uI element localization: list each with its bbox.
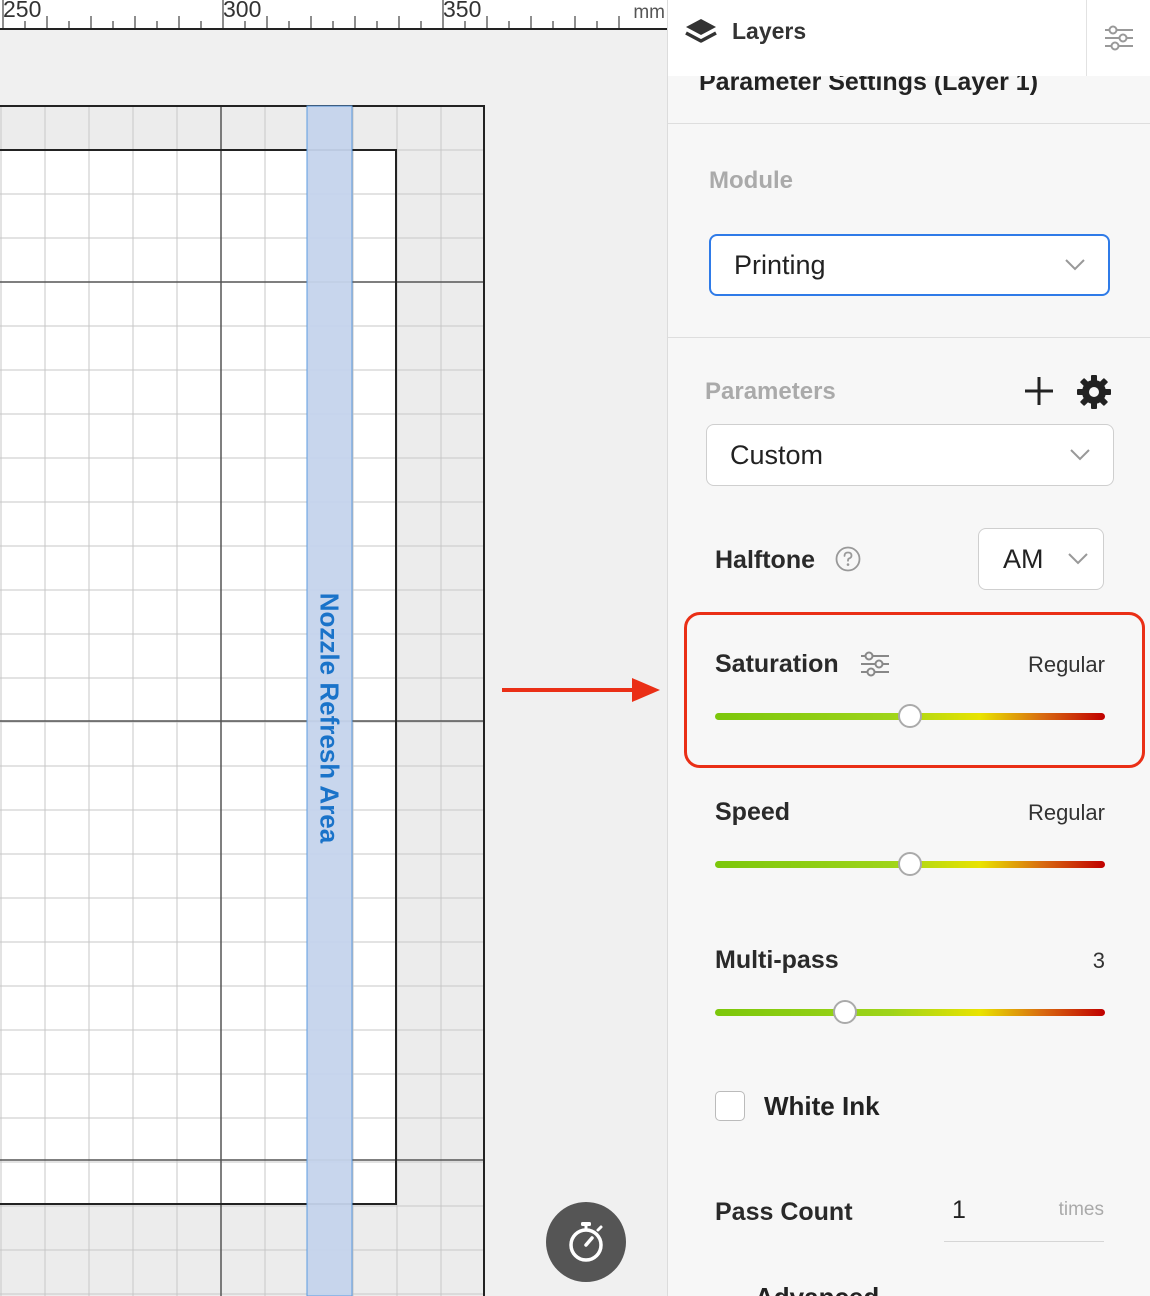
plus-icon[interactable] <box>1022 374 1056 408</box>
pass-count-label: Pass Count <box>715 1198 853 1226</box>
pass-count-input[interactable]: 1 times <box>944 1190 1104 1242</box>
speed-label: Speed <box>715 798 791 826</box>
multipass-value: 3 <box>1092 948 1105 973</box>
multipass-slider[interactable] <box>715 1000 1105 1024</box>
multipass-slider-thumb[interactable] <box>832 1000 857 1024</box>
divider <box>668 337 1150 338</box>
layers-title: Layers <box>732 17 807 44</box>
chevron-down-icon <box>1065 259 1085 271</box>
speed-slider[interactable] <box>715 852 1105 876</box>
white-ink-label: White Ink <box>764 1091 880 1121</box>
pass-count-unit: times <box>1058 1199 1104 1220</box>
panel-header: Layers <box>668 0 1150 76</box>
parameters-select-value: Custom <box>730 439 824 470</box>
ruler-label-300: 300 <box>223 0 262 22</box>
pass-count-value: 1 <box>952 1196 966 1224</box>
multipass-label: Multi-pass <box>715 946 839 974</box>
question-circle-icon[interactable] <box>835 546 861 572</box>
halftone-label: Halftone <box>715 546 815 574</box>
layer-settings-panel: Parameter Settings (Layer 1) Layers Modu… <box>667 0 1150 1296</box>
parameters-label: Parameters <box>705 378 836 405</box>
halftone-select[interactable]: AM <box>978 528 1104 590</box>
advanced-label: Advanced <box>755 1282 879 1296</box>
sliders-icon[interactable] <box>859 650 891 678</box>
canvas-area[interactable]: Nozzle Refresh Area 250 300 350 mm <box>0 0 667 1296</box>
panel-settings-button[interactable] <box>1086 0 1150 76</box>
chevron-down-icon <box>1068 553 1088 565</box>
ruler-unit: mm <box>633 2 665 23</box>
gear-icon[interactable] <box>1076 374 1112 410</box>
saturation-slider[interactable] <box>715 704 1105 728</box>
module-select[interactable]: Printing <box>709 234 1110 296</box>
divider <box>668 123 1150 124</box>
nozzle-refresh-area-label: Nozzle Refresh Area <box>314 592 345 844</box>
ruler-label-350: 350 <box>443 0 482 22</box>
timer-button[interactable] <box>546 1202 626 1282</box>
red-arrow-annotation <box>502 678 660 702</box>
halftone-select-value: AM <box>1003 543 1044 574</box>
white-ink-checkbox[interactable] <box>715 1091 745 1121</box>
module-label: Module <box>709 167 793 194</box>
chevron-down-icon <box>1070 449 1090 461</box>
stopwatch-icon <box>569 1222 603 1262</box>
sliders-icon <box>1105 25 1133 51</box>
ruler-label-250: 250 <box>3 0 42 22</box>
parameters-select[interactable]: Custom <box>706 424 1114 486</box>
saturation-value: Regular <box>1027 652 1105 677</box>
layers-icon <box>685 19 717 43</box>
module-select-value: Printing <box>734 249 826 280</box>
saturation-slider-thumb[interactable] <box>898 704 922 728</box>
layers-tab[interactable]: Layers <box>684 16 806 46</box>
speed-value: Regular <box>1027 800 1105 825</box>
saturation-highlight-box <box>684 612 1145 768</box>
advanced-section-header[interactable]: Advanced <box>715 1282 895 1296</box>
saturation-label: Saturation <box>715 650 839 678</box>
speed-slider-thumb[interactable] <box>898 852 922 876</box>
top-ruler: 250 300 350 mm <box>0 0 667 30</box>
